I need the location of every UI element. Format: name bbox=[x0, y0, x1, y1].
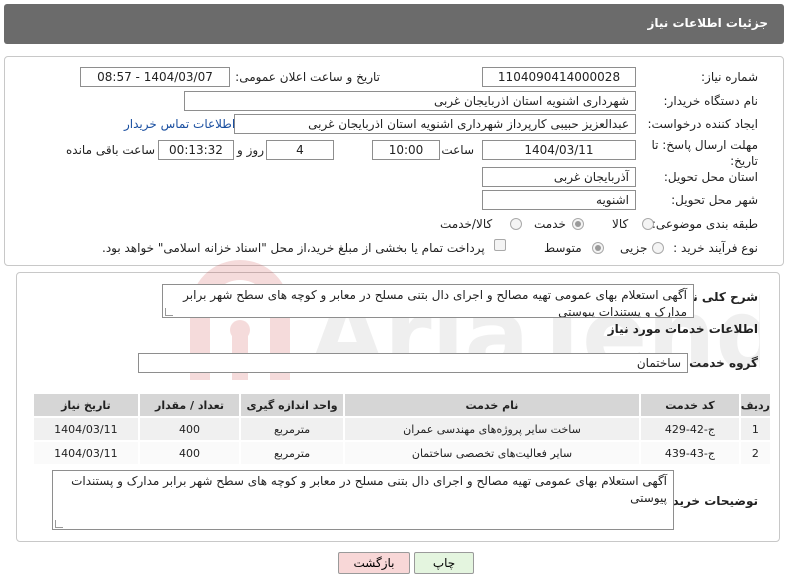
table-row: 2 ج-43-439 سایر فعالیت‌های تخصصی ساختمان… bbox=[32, 440, 773, 466]
buyer-notes-text: آگهی استعلام بهای عمومی تهیه مصالح و اجر… bbox=[71, 474, 667, 505]
service-group-label: گروه خدمت: bbox=[684, 356, 758, 370]
unit: مترمربع bbox=[239, 440, 345, 466]
table-row: 1 ج-42-429 ساخت سایر پروژه‌های مهندسی عم… bbox=[32, 416, 773, 442]
creator-field[interactable]: عبدالعزیز حبیبی کارپرداز شهرداری اشنویه … bbox=[234, 114, 636, 134]
page-title: جزئیات اطلاعات نیاز bbox=[647, 16, 768, 30]
summary-textarea[interactable]: آگهی استعلام بهای عمومی تهیه مصالح و اجر… bbox=[162, 284, 694, 318]
quantity: 400 bbox=[137, 416, 242, 442]
summary-text: آگهی استعلام بهای عمومی تهیه مصالح و اجر… bbox=[183, 288, 687, 318]
col-unit: واحد اندازه گیری bbox=[239, 392, 345, 418]
need-number-field[interactable]: 1104090414000028 bbox=[482, 67, 636, 87]
service-group-field[interactable]: ساختمان bbox=[138, 353, 688, 373]
announce-label: تاریخ و ساعت اعلان عمومی: bbox=[235, 70, 380, 84]
service-name: ساخت سایر پروژه‌های مهندسی عمران bbox=[342, 416, 642, 442]
row-index: 2 bbox=[738, 440, 773, 466]
province-label: استان محل تحویل: bbox=[663, 170, 758, 184]
category-goods-label: کالا bbox=[612, 217, 629, 231]
service-code: ج-43-439 bbox=[639, 440, 741, 466]
category-goods-radio[interactable] bbox=[642, 218, 654, 230]
deadline-time-label: ساعت bbox=[441, 143, 474, 157]
category-service-label: خدمت bbox=[534, 217, 566, 231]
resize-handle-icon[interactable] bbox=[165, 308, 173, 316]
need-date: 1404/03/11 bbox=[32, 416, 140, 442]
buyer-contact-link[interactable]: اطلاعات تماس خریدار bbox=[124, 117, 235, 131]
col-quantity: تعداد / مقدار bbox=[137, 392, 242, 418]
buyer-org-label: نام دستگاه خریدار: bbox=[663, 94, 759, 108]
category-service-radio[interactable] bbox=[572, 218, 584, 230]
unit: مترمربع bbox=[239, 416, 345, 442]
category-goods-service-radio[interactable] bbox=[510, 218, 522, 230]
deadline-label-text: مهلت ارسال پاسخ: تا تاریخ: bbox=[651, 138, 758, 168]
services-section-title: اطلاعات خدمات مورد نیاز bbox=[607, 322, 758, 336]
announce-datetime-field[interactable]: 1404/03/07 - 08:57 bbox=[80, 67, 230, 87]
print-button[interactable]: چاپ bbox=[414, 552, 474, 574]
buyer-notes-textarea[interactable]: آگهی استعلام بهای عمومی تهیه مصالح و اجر… bbox=[52, 470, 674, 530]
city-label: شهر محل تحویل: bbox=[671, 193, 758, 207]
creator-label: ایجاد کننده درخواست: bbox=[647, 117, 758, 131]
buyer-org-field[interactable]: شهرداری اشنویه استان اذربایجان غربی bbox=[184, 91, 636, 111]
row-index: 1 bbox=[738, 416, 773, 442]
deadline-time-field[interactable]: 10:00 bbox=[372, 140, 440, 160]
days-label: روز و bbox=[237, 143, 264, 157]
deadline-date-field[interactable]: 1404/03/11 bbox=[482, 140, 636, 160]
province-field[interactable]: آذربایجان غربی bbox=[482, 167, 636, 187]
remaining-label: ساعت باقی مانده bbox=[66, 143, 156, 157]
back-button[interactable]: بازگشت bbox=[338, 552, 410, 574]
services-table-header: ردیف کد خدمت نام خدمت واحد اندازه گیری ت… bbox=[32, 392, 773, 418]
service-name: سایر فعالیت‌های تخصصی ساختمان bbox=[342, 440, 642, 466]
services-table: ردیف کد خدمت نام خدمت واحد اندازه گیری ت… bbox=[32, 392, 773, 466]
category-label: طبقه بندی موضوعی: bbox=[651, 217, 758, 231]
col-service-code: کد خدمت bbox=[639, 392, 741, 418]
col-need-date: تاریخ نیاز bbox=[32, 392, 140, 418]
city-field[interactable]: اشنویه bbox=[482, 190, 636, 210]
resize-handle-icon[interactable] bbox=[55, 520, 63, 528]
days-remaining-field[interactable]: 4 bbox=[266, 140, 334, 160]
need-date: 1404/03/11 bbox=[32, 440, 140, 466]
quantity: 400 bbox=[137, 440, 242, 466]
page-header: جزئیات اطلاعات نیاز bbox=[4, 4, 784, 44]
service-code: ج-42-429 bbox=[639, 416, 741, 442]
col-service-name: نام خدمت bbox=[342, 392, 642, 418]
remaining-time-field[interactable]: 00:13:32 bbox=[158, 140, 234, 160]
category-goods-service-label: کالا/خدمت bbox=[440, 217, 493, 231]
deadline-label: مهلت ارسال پاسخ: تا تاریخ: bbox=[638, 137, 758, 169]
need-number-label: شماره نیاز: bbox=[701, 70, 758, 84]
col-row: ردیف bbox=[738, 392, 773, 418]
